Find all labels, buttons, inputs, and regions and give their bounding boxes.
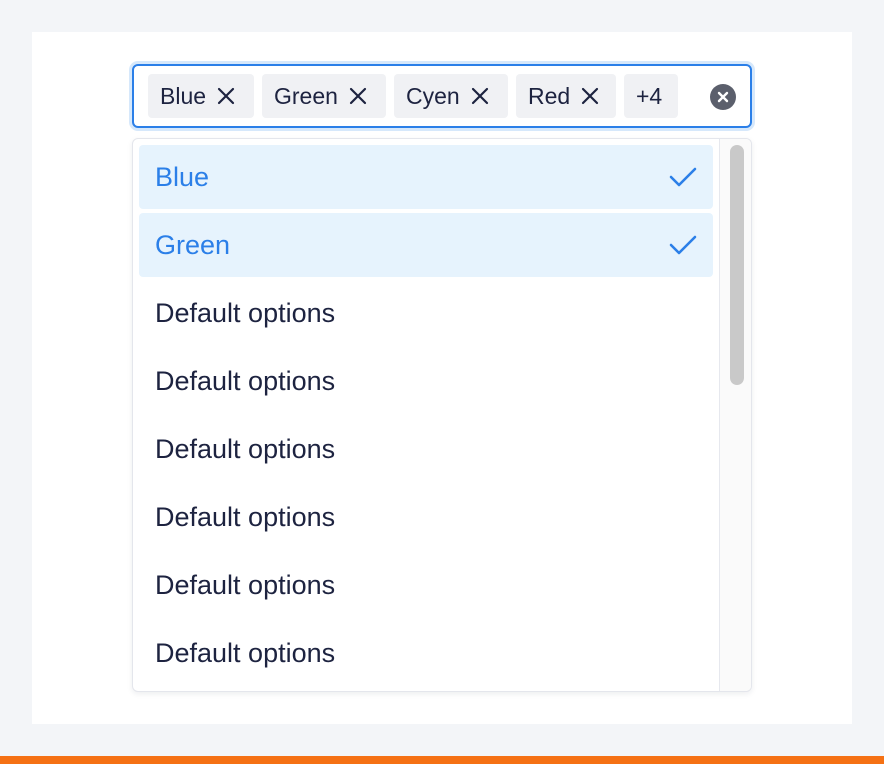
close-icon[interactable] <box>580 86 600 106</box>
option-label: Default options <box>155 365 336 396</box>
selected-tag-blue: Blue <box>148 74 254 118</box>
option-default[interactable]: Default options <box>139 281 713 345</box>
option-default[interactable]: Default options <box>139 417 713 481</box>
option-default[interactable]: Default options <box>139 349 713 413</box>
scrollbar-track[interactable] <box>719 139 751 691</box>
bottom-accent-bar <box>0 756 884 764</box>
tag-label: Cyen <box>406 82 460 109</box>
option-label: Green <box>155 229 231 260</box>
options-dropdown: Blue Green Default options Default optio… <box>132 138 752 692</box>
option-label: Default options <box>155 501 336 532</box>
selected-tag-red: Red <box>516 74 616 118</box>
option-label: Blue <box>155 161 210 192</box>
option-label: Default options <box>155 297 336 328</box>
check-icon <box>669 166 697 188</box>
tag-label: Red <box>528 82 571 109</box>
close-icon[interactable] <box>470 86 490 106</box>
tag-label: Blue <box>160 82 207 109</box>
multi-select-input[interactable]: Blue Green Cyen Red +4 <box>132 64 752 128</box>
selected-tag-cyen: Cyen <box>394 74 508 118</box>
tag-label: Green <box>274 82 338 109</box>
option-default[interactable]: Default options <box>139 553 713 617</box>
selected-tag-green: Green <box>262 74 386 118</box>
close-icon[interactable] <box>216 86 236 106</box>
option-label: Default options <box>155 569 336 600</box>
option-blue[interactable]: Blue <box>139 145 713 209</box>
more-tags-count[interactable]: +4 <box>624 74 678 118</box>
check-icon <box>669 234 697 256</box>
close-icon[interactable] <box>348 86 368 106</box>
option-default[interactable]: Default options <box>139 621 713 685</box>
option-label: Default options <box>155 433 336 464</box>
option-default[interactable]: Default options <box>139 485 713 549</box>
more-count-label: +4 <box>636 82 663 109</box>
scrollbar-thumb[interactable] <box>730 145 744 385</box>
option-green[interactable]: Green <box>139 213 713 277</box>
clear-circle-icon[interactable] <box>710 84 736 110</box>
option-label: Default options <box>155 637 336 668</box>
